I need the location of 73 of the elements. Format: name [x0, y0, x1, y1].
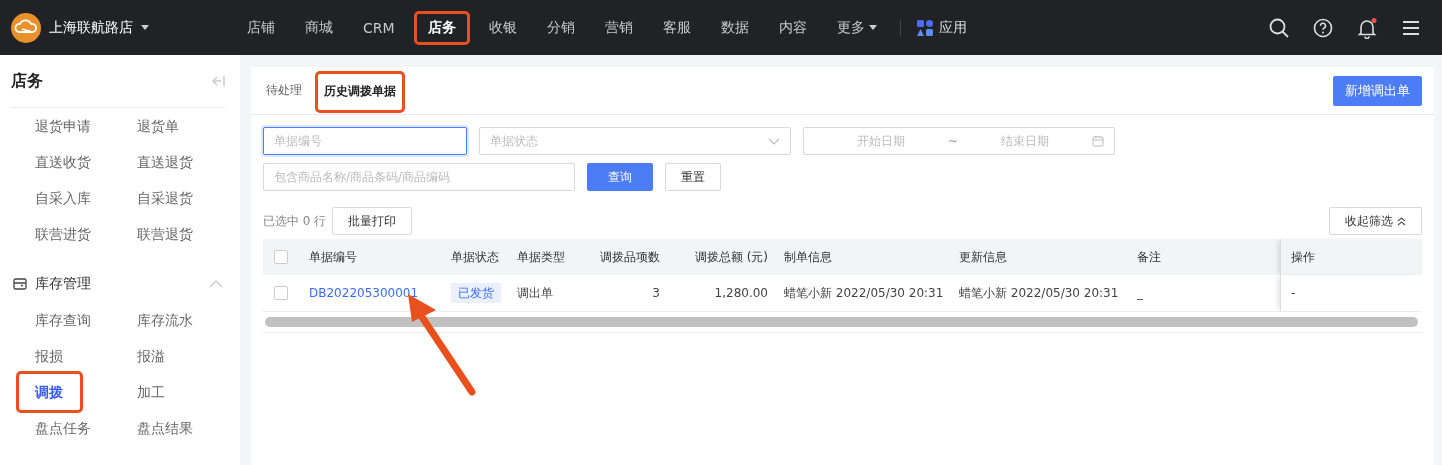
document-number-field[interactable]: 单据编号: [263, 127, 467, 155]
nav-tab[interactable]: 内容: [767, 13, 818, 42]
search-icon[interactable]: [1268, 16, 1290, 39]
nav-tab[interactable]: 店务: [413, 10, 470, 45]
reset-button[interactable]: 重置: [665, 163, 721, 191]
select-all-checkbox[interactable]: [274, 250, 288, 264]
status-tag: 已发货: [451, 282, 501, 303]
nav-tab[interactable]: CRM: [352, 14, 406, 41]
apps-icon: [916, 19, 933, 36]
scrollbar[interactable]: [265, 317, 1418, 327]
nav-tab[interactable]: 营销: [593, 13, 644, 42]
document-link[interactable]: DB202205300001: [309, 286, 419, 300]
sidebar-item[interactable]: 调拨: [16, 371, 83, 413]
sidebar-item[interactable]: 联营退货: [137, 216, 193, 252]
table-cell-text: 1,280.00: [713, 286, 769, 300]
table-cell-text: 蜡笔小新 2022/05/30 20:31: [783, 284, 945, 302]
collapse-filters-button[interactable]: 收起筛选: [1329, 207, 1422, 235]
sidebar-item[interactable]: 盘点结果: [137, 410, 193, 446]
sidebar-item[interactable]: 自采退货: [137, 180, 193, 216]
tab[interactable]: 历史调拨单据: [315, 70, 405, 113]
query-button[interactable]: 查询: [587, 163, 653, 191]
calendar-icon: [1092, 135, 1104, 147]
sidebar-section-title[interactable]: 库存管理: [35, 275, 91, 293]
table-cell-text: _: [1136, 286, 1144, 300]
nav-tab[interactable]: 更多: [825, 13, 888, 42]
double-chevron-up-icon: [1397, 216, 1406, 226]
tab[interactable]: 待处理: [263, 67, 305, 114]
selection-count: 已选中 0 行: [263, 212, 327, 230]
sidebar-item[interactable]: 自采入库: [35, 180, 91, 216]
row-checkbox[interactable]: [274, 286, 288, 300]
table-cell-text: -: [1290, 286, 1297, 300]
column-header: 单据类型: [516, 248, 566, 266]
nav-tab[interactable]: 收银: [477, 13, 528, 42]
sidebar-item[interactable]: 退货单: [137, 108, 179, 144]
batch-print-button[interactable]: 批量打印: [332, 207, 413, 235]
sidebar-item[interactable]: 盘点任务: [35, 410, 91, 446]
apps-button[interactable]: 应用: [910, 17, 973, 38]
nav-tab[interactable]: 分销: [535, 13, 586, 42]
table-cell-text: 蜡笔小新 2022/05/30 20:31: [958, 284, 1120, 302]
sidebar-item[interactable]: 报溢: [137, 338, 165, 374]
caret-icon: [868, 25, 877, 30]
sidebar-item[interactable]: 退货申请: [35, 108, 91, 144]
column-header: 更新信息: [958, 248, 1008, 266]
help-icon[interactable]: [1312, 16, 1334, 39]
keyword-field[interactable]: 包含商品名称/商品条码/商品编码: [263, 163, 575, 191]
chevron-down-icon: [768, 137, 780, 145]
box-icon: [13, 278, 27, 290]
column-header: 制单信息: [783, 248, 833, 266]
column-header: 备注: [1136, 248, 1162, 266]
sidebar-item[interactable]: 直送退货: [137, 144, 193, 180]
nav-tab[interactable]: 商城: [294, 13, 344, 42]
column-header: 单据编号: [308, 248, 358, 266]
column-header: 操作: [1290, 248, 1316, 266]
sidebar-title: 店务: [11, 70, 43, 92]
new-transfer-button[interactable]: 新增调出单: [1333, 75, 1422, 106]
logo-icon: [11, 12, 41, 43]
sidebar-item[interactable]: 直送收货: [35, 144, 91, 180]
bell-icon[interactable]: [1356, 16, 1378, 39]
table-cell-text: 调出单: [516, 284, 554, 302]
sidebar-item[interactable]: 加工: [137, 374, 165, 410]
column-header: 调拨品项数: [599, 248, 661, 266]
sidebar-item[interactable]: 库存流水: [137, 302, 193, 338]
sidebar-item[interactable]: 库存查询: [35, 302, 91, 338]
column-header: 单据状态: [450, 248, 500, 266]
column-header: 调拨总额 (元): [693, 248, 769, 266]
caret-icon[interactable]: [141, 25, 149, 30]
table-cell-text: 3: [651, 286, 661, 300]
store-name[interactable]: 上海联航路店: [49, 18, 133, 37]
sidebar-item[interactable]: 报损: [35, 338, 63, 374]
nav-tab[interactable]: 数据: [709, 13, 760, 42]
sidebar-item[interactable]: 联营进货: [35, 216, 91, 252]
nav-tab[interactable]: 客服: [651, 13, 702, 42]
nav-tab[interactable]: 店铺: [236, 13, 286, 42]
